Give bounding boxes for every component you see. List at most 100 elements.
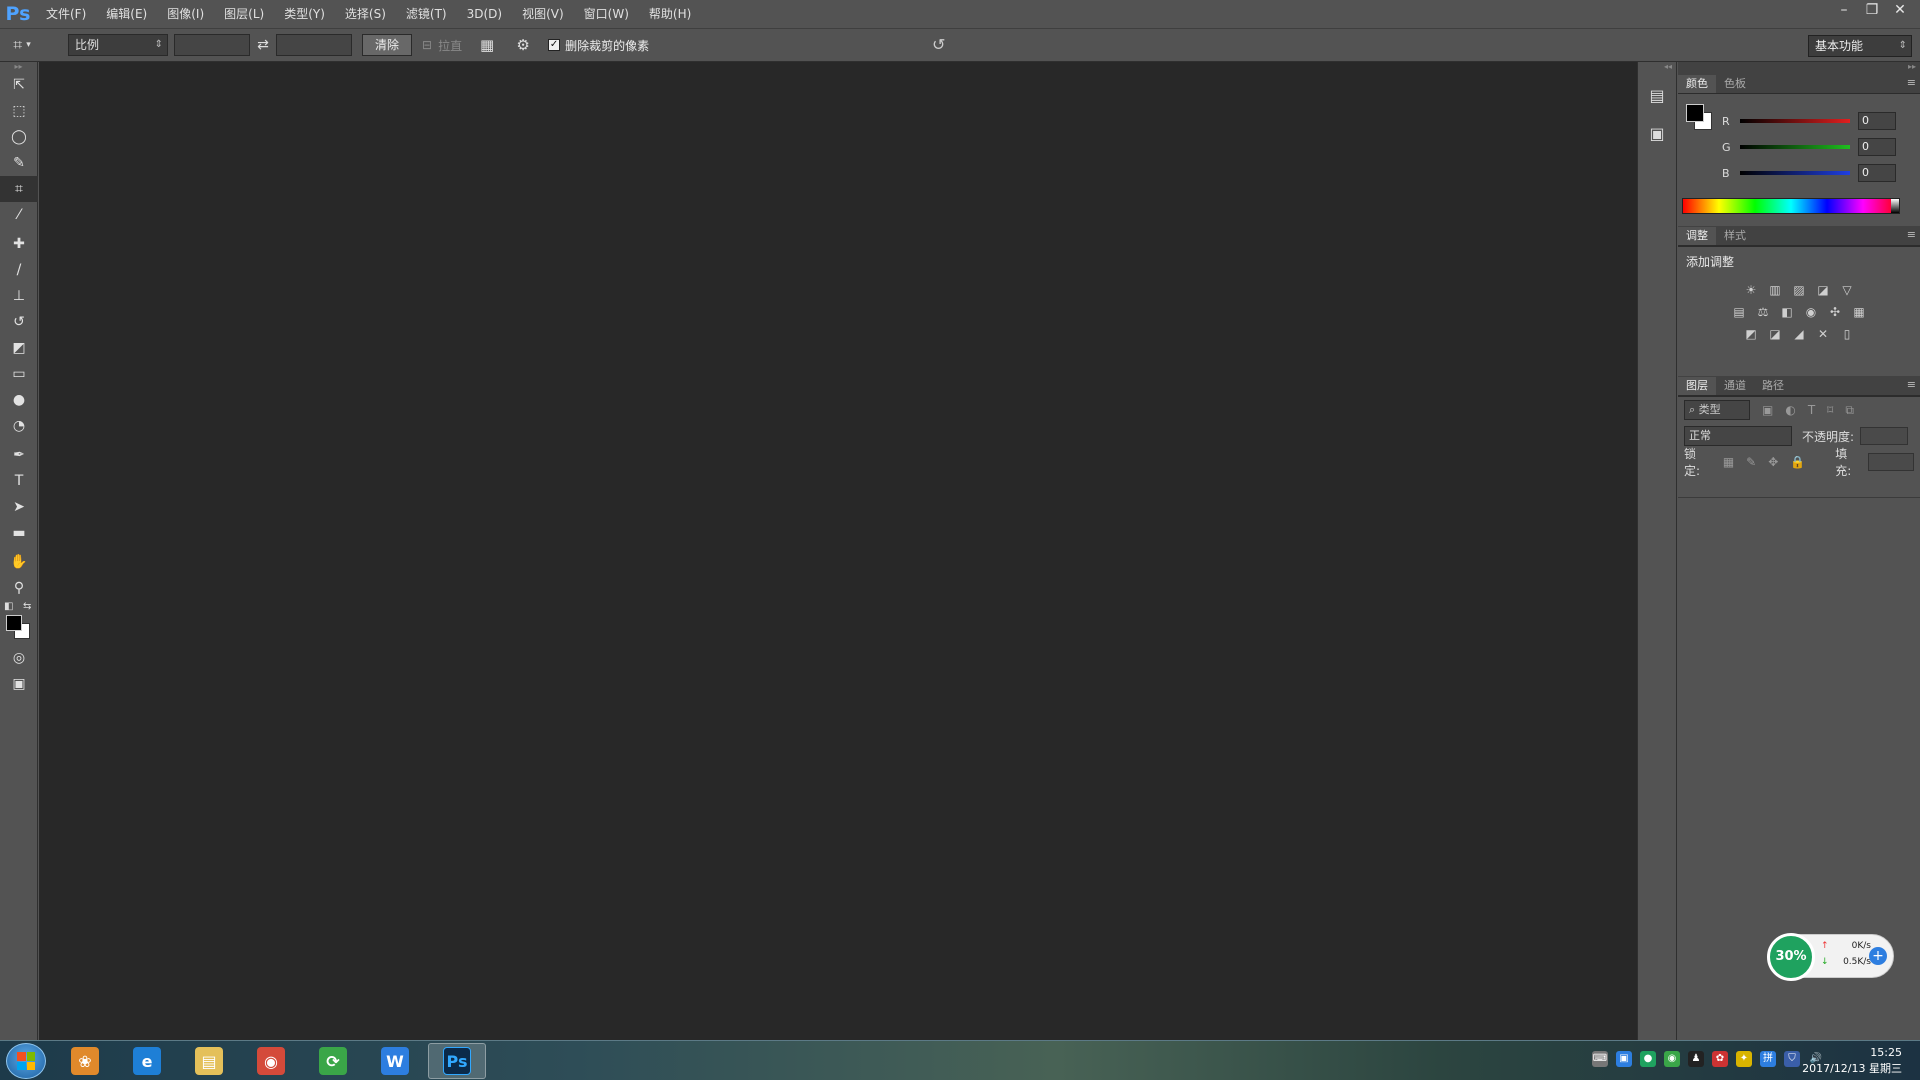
lock-option-icon[interactable]: ✎ — [1746, 455, 1756, 469]
keyboard-icon[interactable]: ⌨ — [1592, 1051, 1608, 1067]
adjustment-icon[interactable]: ◩ — [1743, 326, 1759, 342]
quick-select-tool-icon[interactable]: ✎ — [0, 150, 38, 176]
tab-adjustments[interactable]: 调整 — [1678, 227, 1716, 245]
layer-filter-icon[interactable]: ▣ — [1762, 403, 1773, 418]
adjustment-icon[interactable]: ▨ — [1791, 282, 1807, 298]
tray-yellow-icon[interactable]: ✦ — [1736, 1051, 1752, 1067]
menu-item[interactable]: 图像(I) — [157, 0, 214, 28]
app-chrome-button[interactable]: ◉ — [242, 1043, 300, 1079]
tab-color[interactable]: 颜色 — [1678, 75, 1716, 93]
channel-slider[interactable] — [1740, 145, 1850, 149]
screen-mode-tool-icon[interactable]: ▣ — [0, 671, 38, 697]
app-explorer-button[interactable]: ▤ — [180, 1043, 238, 1079]
stamp-tool-icon[interactable]: ⊥ — [0, 283, 38, 309]
adjustment-icon[interactable]: ▤ — [1731, 304, 1747, 320]
adjustment-icon[interactable]: ◢ — [1791, 326, 1807, 342]
straighten-label[interactable]: 拉直 — [438, 37, 462, 54]
tab-styles[interactable]: 样式 — [1716, 227, 1754, 245]
blend-mode-select[interactable]: 正常 — [1684, 426, 1792, 446]
app-ie-button[interactable]: e — [118, 1043, 176, 1079]
ratio-select[interactable]: 比例 — [68, 34, 168, 56]
adjustment-icon[interactable]: ◧ — [1779, 304, 1795, 320]
adjustment-icon[interactable]: ✣ — [1827, 304, 1843, 320]
straighten-icon[interactable]: ⊟ — [422, 38, 432, 52]
adjustment-icon[interactable]: ▥ — [1767, 282, 1783, 298]
panel-menu-icon[interactable]: ≡ — [1907, 378, 1916, 391]
lasso-tool-icon[interactable]: ◯ — [0, 124, 38, 150]
opacity-input[interactable] — [1860, 427, 1909, 445]
width-input[interactable] — [174, 34, 250, 56]
close-button[interactable]: ✕ — [1886, 0, 1914, 20]
dodge-tool-icon[interactable]: ◔ — [0, 413, 38, 439]
menu-item[interactable]: 编辑(E) — [96, 0, 157, 28]
tray-app-icon[interactable]: ▣ — [1616, 1051, 1632, 1067]
app-media-button[interactable]: ❀ — [56, 1043, 114, 1079]
tab-channels[interactable]: 通道 — [1716, 377, 1754, 395]
minimize-button[interactable]: – — [1830, 0, 1858, 20]
properties-panel-icon[interactable]: ▣ — [1638, 114, 1676, 152]
adjustment-icon[interactable]: ◉ — [1803, 304, 1819, 320]
type-tool-icon[interactable]: T — [0, 468, 38, 494]
menu-item[interactable]: 窗口(W) — [574, 0, 639, 28]
adjustment-icon[interactable]: ▽ — [1839, 282, 1855, 298]
restore-button[interactable]: ❐ — [1858, 0, 1886, 20]
tab-swatches[interactable]: 色板 — [1716, 75, 1754, 93]
layer-filter-icon[interactable]: T — [1808, 403, 1815, 418]
network-speed-widget[interactable]: 30% ↑ 0K/s ↓ 0.5K/s + — [1767, 933, 1894, 981]
net-boost-plus-icon[interactable]: + — [1869, 947, 1887, 965]
menu-item[interactable]: 3D(D) — [457, 0, 512, 28]
adjustment-icon[interactable]: ◪ — [1767, 326, 1783, 342]
adjustment-icon[interactable]: ☀ — [1743, 282, 1759, 298]
move-tool-icon[interactable]: ⇱ — [0, 72, 38, 98]
history-brush-tool-icon[interactable]: ↺ — [0, 309, 38, 335]
menu-item[interactable]: 帮助(H) — [639, 0, 701, 28]
hand-tool-icon[interactable]: ✋ — [0, 549, 38, 575]
clock[interactable]: 15:25 2017/12/13 星期三 — [1802, 1045, 1902, 1077]
menu-item[interactable]: 视图(V) — [512, 0, 574, 28]
app-refresh-button[interactable]: ⟳ — [304, 1043, 362, 1079]
overlay-grid-icon[interactable]: ▦ — [476, 36, 498, 54]
default-colors-icon[interactable]: ◧ — [4, 601, 13, 612]
tab-layers[interactable]: 图层 — [1678, 377, 1716, 395]
workspace-select[interactable]: 基本功能 — [1808, 35, 1912, 57]
delete-cropped-checkbox[interactable]: ✓ 删除裁剪的像素 — [548, 37, 649, 54]
lock-option-icon[interactable]: ▦ — [1723, 455, 1734, 469]
swap-dimensions-icon[interactable]: ⇄ — [250, 37, 276, 53]
blur-tool-icon[interactable]: ● — [0, 387, 38, 413]
color-fg-swatch[interactable] — [1686, 104, 1704, 122]
layer-filter-icon[interactable]: ⧉ — [1845, 403, 1854, 418]
qq-icon[interactable]: ♟ — [1688, 1051, 1704, 1067]
menu-item[interactable]: 图层(L) — [214, 0, 274, 28]
lock-option-icon[interactable]: 🔒 — [1790, 455, 1805, 469]
channel-slider[interactable] — [1740, 119, 1850, 123]
brush-tool-icon[interactable]: / — [0, 257, 38, 283]
clear-button[interactable]: 清除 — [362, 34, 412, 56]
adjustment-icon[interactable]: ⚖ — [1755, 304, 1771, 320]
layers-list[interactable] — [1678, 497, 1920, 1071]
channel-value-input[interactable]: 0 — [1858, 112, 1896, 130]
foreground-color-swatch[interactable] — [6, 615, 22, 631]
checkbox-check-icon[interactable]: ✓ — [548, 39, 561, 51]
gear-icon[interactable]: ⚙ — [512, 36, 534, 54]
adjustment-icon[interactable]: ▦ — [1851, 304, 1867, 320]
panel-expand-icon[interactable]: ▸▸ — [1678, 62, 1920, 74]
channel-value-input[interactable]: 0 — [1858, 138, 1896, 156]
app-writer-button[interactable]: W — [366, 1043, 424, 1079]
height-input[interactable] — [276, 34, 352, 56]
start-button[interactable] — [6, 1043, 46, 1079]
spectrum-bw-strip[interactable] — [1891, 199, 1899, 213]
healing-brush-tool-icon[interactable]: ✚ — [0, 231, 38, 257]
document-canvas-area[interactable] — [39, 62, 1637, 1040]
dock-collapse-icon[interactable]: ◂◂ — [1638, 62, 1676, 76]
channel-value-input[interactable]: 0 — [1858, 164, 1896, 182]
reset-icon[interactable]: ↺ — [932, 35, 945, 54]
crop-tool-preset-icon[interactable]: ⌗ ▾ — [0, 32, 44, 58]
channel-slider[interactable] — [1740, 171, 1850, 175]
shape-tool-icon[interactable]: ▬ — [0, 520, 38, 546]
net-usage-percent[interactable]: 30% — [1767, 933, 1815, 981]
adjustment-icon[interactable]: ✕ — [1815, 326, 1831, 342]
menu-item[interactable]: 选择(S) — [335, 0, 396, 28]
shield-icon[interactable]: ⛉ — [1784, 1051, 1800, 1067]
app-photoshop-button[interactable]: Ps — [428, 1043, 486, 1079]
tray-red-icon[interactable]: ✿ — [1712, 1051, 1728, 1067]
